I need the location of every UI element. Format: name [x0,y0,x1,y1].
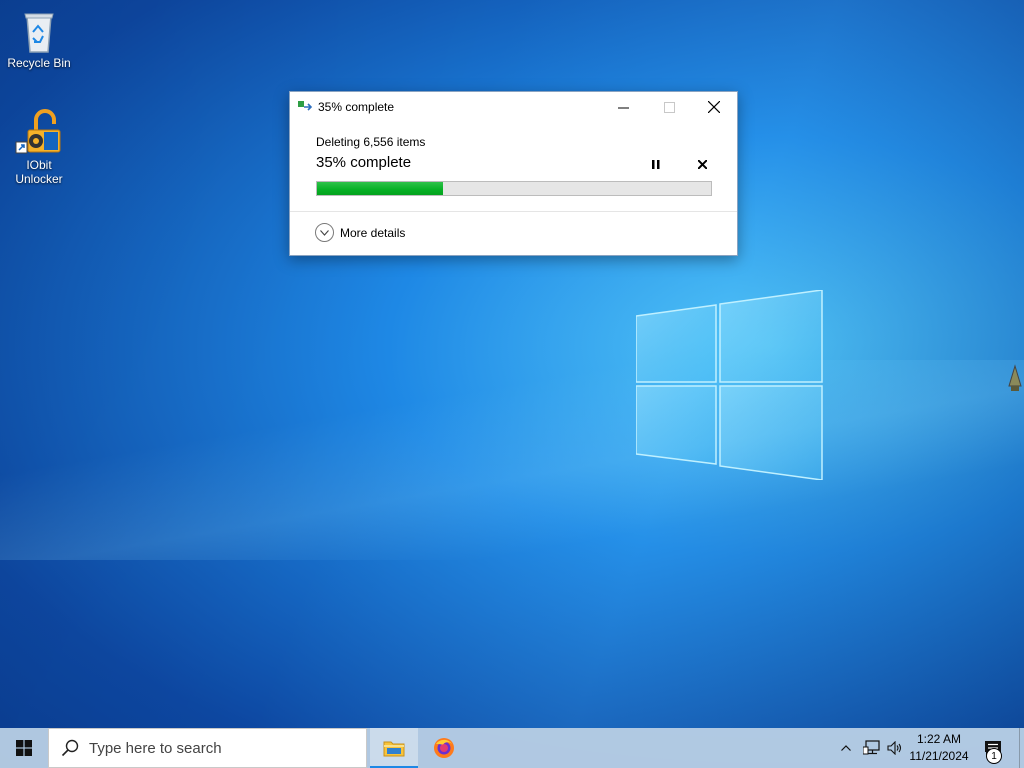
iobit-unlocker-label: IObit Unlocker [15,158,63,186]
clock-time: 1:22 AM [916,732,962,746]
pause-icon [652,159,660,169]
notification-count-badge: 1 [986,748,1002,764]
dialog-divider [290,211,737,212]
progress-text: 35% complete [316,154,412,171]
desktop-icon-iobit-unlocker[interactable]: IObit Unlocker [1,108,77,186]
show-hidden-icons-button[interactable] [836,728,856,768]
more-details-label: More details [340,225,406,240]
desktop-icon-recycle-bin[interactable]: Recycle Bin [1,8,77,70]
file-operation-dialog: 35% complete Deleting 6,556 items 35% co… [289,91,738,256]
windows-logo-wallpaper [636,290,823,480]
taskbar: Type here to search 1:22 AM 11/21/2024 1 [0,728,1024,768]
minimize-icon [617,107,629,108]
taskbar-file-explorer[interactable] [370,728,418,768]
file-explorer-icon [383,741,405,757]
taskbar-search-box[interactable]: Type here to search [48,728,367,768]
chevron-up-icon [841,745,851,751]
network-icon [863,740,880,755]
search-placeholder: Type here to search [89,739,222,757]
file-copy-icon [298,101,313,111]
show-desktop-button[interactable] [1019,728,1024,768]
dialog-titlebar[interactable]: 35% complete [290,92,737,122]
desktop-gadget-icon[interactable] [1006,364,1024,394]
clock-date: 11/21/2024 [909,749,969,763]
start-button[interactable] [0,728,48,768]
minimize-button[interactable] [600,92,646,122]
windows-start-icon [16,740,32,756]
search-icon [61,739,79,757]
volume-icon [887,741,902,755]
pause-button[interactable] [646,156,666,172]
stop-icon [697,159,707,169]
recycle-bin-label: Recycle Bin [7,56,71,70]
taskbar-clock[interactable]: 1:22 AM 11/21/2024 [906,731,972,765]
progress-bar-fill [317,182,444,195]
more-details-toggle[interactable]: More details [315,223,405,242]
maximize-icon [663,101,675,113]
operation-description: Deleting 6,556 items [316,135,426,149]
close-icon [708,101,720,113]
network-button[interactable] [860,728,884,768]
taskbar-firefox[interactable] [420,728,468,768]
recycle-bin-icon [24,13,54,53]
desktop-light-beam [0,360,1024,560]
close-window-button[interactable] [691,92,737,122]
firefox-icon [434,738,454,758]
iobit-unlocker-icon [15,109,61,154]
maximize-button [646,92,692,122]
chevron-down-icon [315,223,334,242]
volume-button[interactable] [884,728,906,768]
dialog-title: 35% complete [318,100,395,114]
stop-button[interactable] [692,156,712,172]
progress-bar [316,181,712,196]
